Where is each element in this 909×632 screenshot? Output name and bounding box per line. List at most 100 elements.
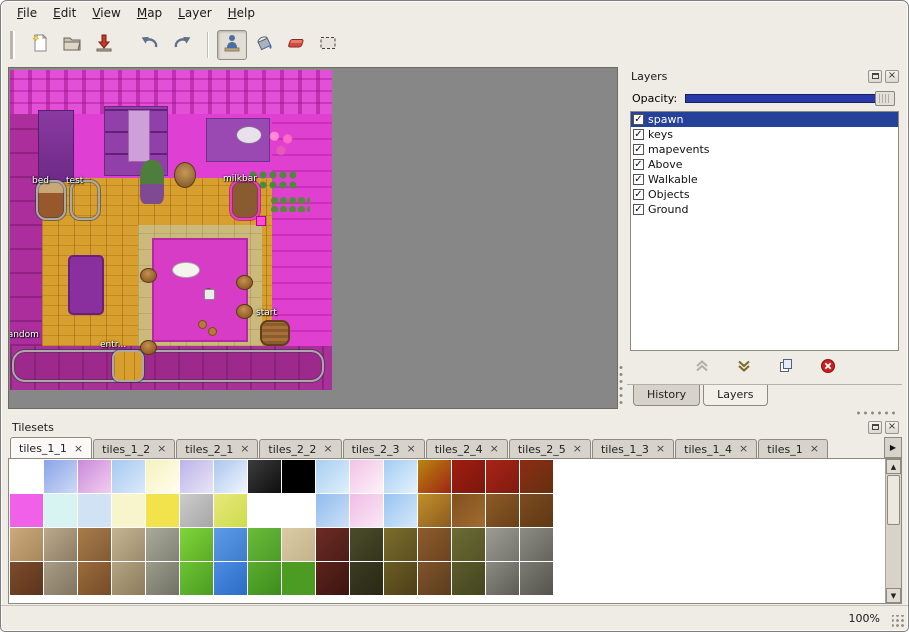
tileset-scrollbar[interactable]: ▲ ▼ [885,459,901,603]
tile[interactable] [180,460,213,493]
layer-row-Walkable[interactable]: ✓Walkable [631,172,898,187]
layer-visibility-checkbox[interactable]: ✓ [633,174,644,185]
tile[interactable] [44,528,77,561]
scrollbar-thumb[interactable] [887,475,900,525]
tile[interactable] [10,494,43,527]
tile[interactable] [146,494,179,527]
tilesets-dock-titlebar[interactable]: Tilesets × [8,418,902,436]
tile[interactable] [520,460,553,493]
map-object-entrance[interactable] [112,350,144,382]
fill-tool-button[interactable] [249,30,279,60]
layer-row-mapevents[interactable]: ✓mapevents [631,142,898,157]
tile[interactable] [418,562,451,595]
tileset-tab-tiles_1_3[interactable]: tiles_1_3× [592,439,674,458]
map-object-milkbar[interactable] [230,180,260,220]
tile[interactable] [384,494,417,527]
layers-dock-titlebar[interactable]: Layers × [627,67,902,85]
raise-layer-button[interactable] [691,357,713,379]
tile[interactable] [78,528,111,561]
tileset-tab-tiles_2_1[interactable]: tiles_2_1× [176,439,258,458]
tile[interactable] [180,562,213,595]
tile[interactable] [418,528,451,561]
menu-help[interactable]: Help [220,3,263,23]
scroll-down-button[interactable]: ▼ [886,588,901,603]
map-object-bed[interactable] [36,180,66,220]
tileset-tab-tiles_1_4[interactable]: tiles_1_4× [675,439,757,458]
tile[interactable] [44,460,77,493]
menu-file[interactable]: File [9,3,45,23]
tile[interactable] [520,528,553,561]
eraser-tool-button[interactable] [281,30,311,60]
tile[interactable] [146,528,179,561]
close-icon[interactable]: × [656,444,665,454]
tile[interactable] [10,562,43,595]
close-dock-button[interactable]: × [885,70,899,83]
tileset-tab-tiles_2_4[interactable]: tiles_2_4× [426,439,508,458]
tile[interactable] [282,460,315,493]
tile[interactable] [214,562,247,595]
tile[interactable] [112,460,145,493]
tile[interactable] [316,528,349,561]
tile[interactable] [78,460,111,493]
layer-visibility-checkbox[interactable]: ✓ [633,204,644,215]
tile[interactable] [112,562,145,595]
delete-layer-button[interactable] [817,357,839,379]
menu-layer[interactable]: Layer [170,3,219,23]
opacity-slider-handle[interactable] [875,91,895,106]
redo-button[interactable] [167,30,197,60]
tile[interactable] [418,460,451,493]
map-canvas[interactable]: bedtestmilkbarstartrandomentr... [8,67,618,409]
stamp-tool-button[interactable] [217,30,247,60]
layer-row-Ground[interactable]: ✓Ground [631,202,898,217]
map[interactable]: bedtestmilkbarstartrandomentr... [10,70,332,390]
layer-row-spawn[interactable]: ✓spawn [631,112,898,127]
tile[interactable] [384,528,417,561]
tile[interactable] [350,562,383,595]
tile[interactable] [180,494,213,527]
tab-layers[interactable]: Layers [703,385,767,406]
vertical-splitter[interactable] [619,67,626,409]
tile[interactable] [384,562,417,595]
tile[interactable] [10,460,43,493]
tile[interactable] [452,562,485,595]
menu-view[interactable]: View [84,3,128,23]
horizontal-splitter[interactable] [8,410,902,418]
close-icon[interactable]: × [573,444,582,454]
tile[interactable] [350,528,383,561]
tile[interactable] [520,494,553,527]
tile[interactable] [384,460,417,493]
tileset-view[interactable]: ▲ ▼ [8,458,902,604]
layer-visibility-checkbox[interactable]: ✓ [633,114,644,125]
tile[interactable] [10,528,43,561]
tile[interactable] [112,494,145,527]
new-map-button[interactable] [25,30,55,60]
float-dock-button[interactable] [868,70,882,83]
tile[interactable] [248,494,281,527]
tile[interactable] [316,562,349,595]
tile[interactable] [350,494,383,527]
layer-row-keys[interactable]: ✓keys [631,127,898,142]
tile[interactable] [180,528,213,561]
map-object-milkbar-handle[interactable] [256,216,266,226]
tile[interactable] [316,460,349,493]
tile[interactable] [452,494,485,527]
lower-layer-button[interactable] [733,357,755,379]
map-object-outline-bottom[interactable] [12,350,324,382]
tile[interactable] [214,460,247,493]
tile[interactable] [486,528,519,561]
close-icon[interactable]: × [157,444,166,454]
tileset-tab-tiles_1_1[interactable]: tiles_1_1× [10,437,92,458]
undo-button[interactable] [135,30,165,60]
tileset-tab-tiles_1[interactable]: tiles_1× [758,439,828,458]
close-dock-button[interactable]: × [885,421,899,434]
menu-map[interactable]: Map [129,3,170,23]
tile[interactable] [418,494,451,527]
tile[interactable] [248,460,281,493]
layer-list[interactable]: ✓spawn✓keys✓mapevents✓Above✓Walkable✓Obj… [630,111,899,351]
scroll-up-button[interactable]: ▲ [886,459,901,474]
close-icon[interactable]: × [240,444,249,454]
tile[interactable] [214,494,247,527]
tab-history[interactable]: History [633,385,700,406]
tile[interactable] [44,562,77,595]
layer-visibility-checkbox[interactable]: ✓ [633,189,644,200]
